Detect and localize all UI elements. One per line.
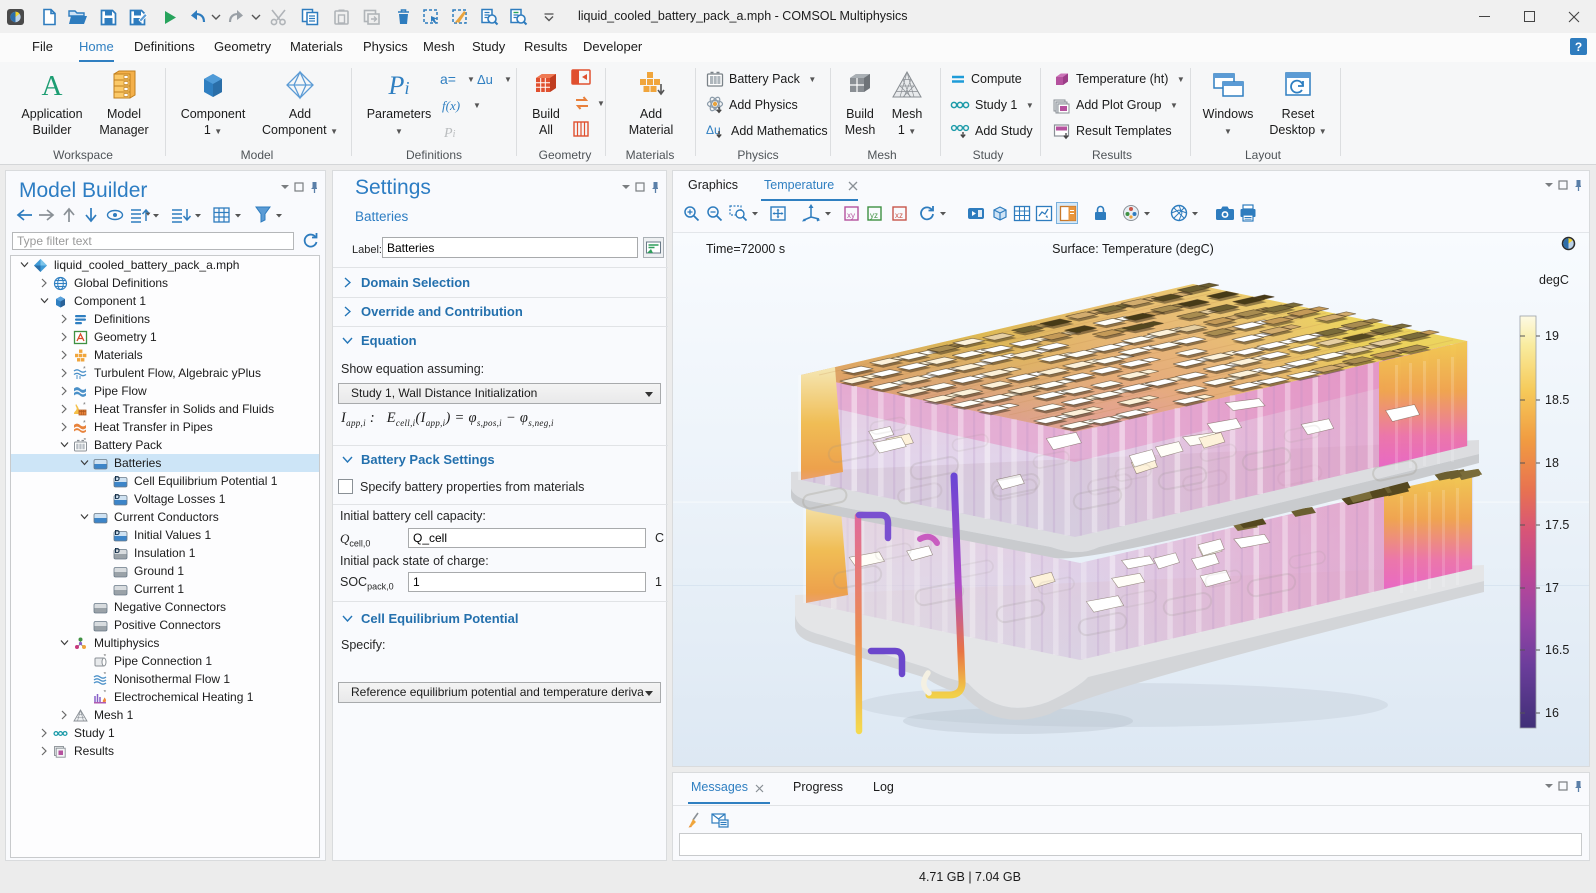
svg-text:D: D	[115, 528, 121, 537]
svg-text:xy: xy	[847, 211, 855, 220]
svg-text:19: 19	[1545, 329, 1559, 343]
svg-text:16.5: 16.5	[1545, 643, 1569, 657]
svg-text:xz: xz	[895, 211, 903, 220]
svg-text:D: D	[115, 546, 121, 555]
svg-text:*: *	[83, 420, 86, 427]
svg-text:D: D	[115, 492, 121, 501]
svg-text:18.5: 18.5	[1545, 393, 1569, 407]
svg-text:18: 18	[1545, 456, 1559, 470]
svg-text:Pi: Pi	[444, 126, 456, 139]
svg-text:*: *	[104, 690, 107, 697]
svg-text:Δu: Δu	[477, 72, 493, 86]
svg-text:*: *	[83, 366, 86, 373]
svg-text:A: A	[42, 70, 63, 100]
svg-text:*: *	[84, 438, 87, 445]
svg-text:D: D	[115, 474, 121, 483]
svg-text:*: *	[83, 402, 86, 409]
svg-text:17.5: 17.5	[1545, 518, 1569, 532]
svg-text:*: *	[104, 654, 107, 661]
svg-text:?: ?	[1575, 40, 1582, 54]
svg-text:f(x): f(x)	[442, 98, 460, 113]
svg-text:degC: degC	[1539, 273, 1569, 287]
svg-text:a=: a=	[440, 72, 456, 86]
svg-text:yz: yz	[870, 211, 878, 220]
svg-text:Pi: Pi	[388, 71, 410, 100]
svg-text:*: *	[104, 672, 107, 679]
svg-text:16: 16	[1545, 706, 1559, 720]
svg-text:17: 17	[1545, 581, 1559, 595]
